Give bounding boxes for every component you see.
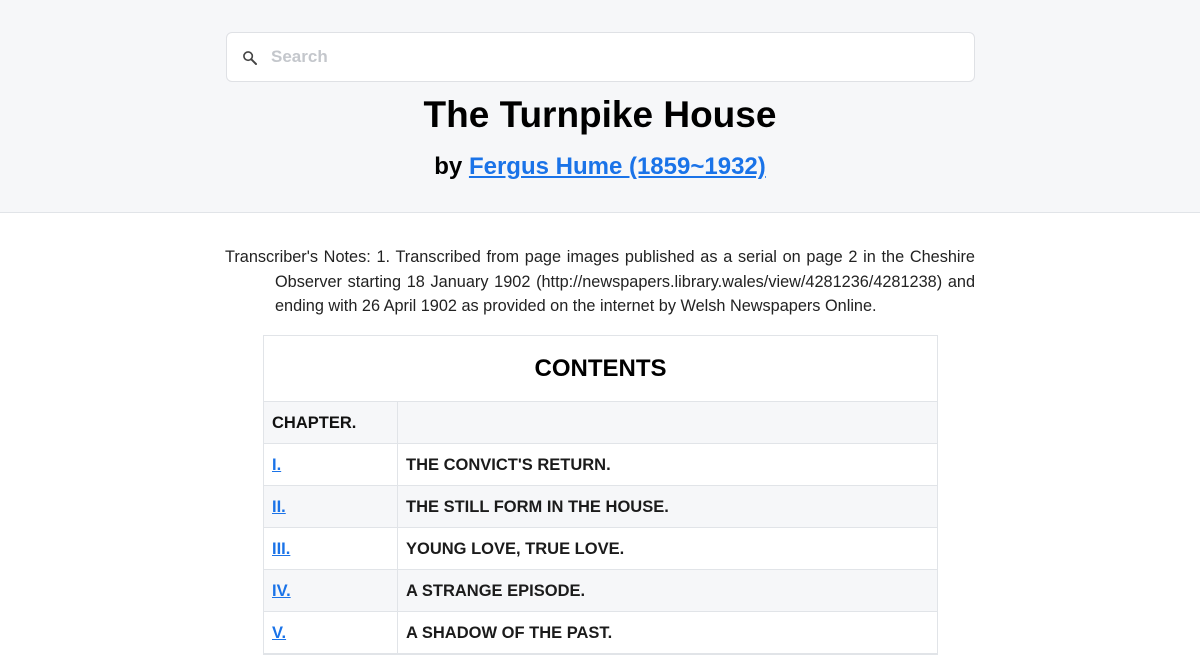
search-box[interactable] xyxy=(226,32,975,82)
chapter-link[interactable]: III. xyxy=(272,540,290,558)
contents-heading: CONTENTS xyxy=(264,336,937,402)
chapter-column-header: CHAPTER. xyxy=(264,402,398,443)
table-row: III. YOUNG LOVE, TRUE LOVE. xyxy=(264,528,937,570)
page-header: The Turnpike House by Fergus Hume (1859~… xyxy=(0,0,1200,213)
author-link[interactable]: Fergus Hume (1859~1932) xyxy=(469,153,766,180)
contents-table: CONTENTS CHAPTER. I. THE CONVICT'S RETUR… xyxy=(263,335,938,655)
byline: by Fergus Hume (1859~1932) xyxy=(0,151,1200,183)
search-input[interactable] xyxy=(271,33,961,81)
chapter-number-cell: I. xyxy=(264,444,398,485)
chapter-number-cell: II. xyxy=(264,486,398,527)
chapter-title: A STRANGE EPISODE. xyxy=(406,582,586,600)
by-label: by xyxy=(434,153,463,180)
chapter-title: A SHADOW OF THE PAST. xyxy=(406,624,613,642)
book-title: The Turnpike House xyxy=(423,94,777,135)
search-icon xyxy=(243,51,257,65)
chapter-link[interactable]: II. xyxy=(272,498,286,516)
chapter-number-cell: V. xyxy=(264,612,398,653)
table-row: II. THE STILL FORM IN THE HOUSE. xyxy=(264,486,937,528)
transcriber-notes: Transcriber's Notes: 1. Transcribed from… xyxy=(225,248,975,315)
contents-header-row: CHAPTER. xyxy=(264,402,937,444)
table-row: V. A SHADOW OF THE PAST. xyxy=(264,612,937,654)
chapter-title: THE STILL FORM IN THE HOUSE. xyxy=(406,498,669,516)
chapter-title: YOUNG LOVE, TRUE LOVE. xyxy=(406,540,625,558)
chapter-number-cell: III. xyxy=(264,528,398,569)
chapter-link[interactable]: V. xyxy=(272,624,286,642)
table-row: IV. A STRANGE EPISODE. xyxy=(264,570,937,612)
chapter-title: THE CONVICT'S RETURN. xyxy=(406,456,611,474)
chapter-link[interactable]: IV. xyxy=(272,582,291,600)
chapter-number-cell: IV. xyxy=(264,570,398,611)
table-row: I. THE CONVICT'S RETURN. xyxy=(264,444,937,486)
title-column-header xyxy=(398,402,937,443)
chapter-link[interactable]: I. xyxy=(272,456,281,474)
